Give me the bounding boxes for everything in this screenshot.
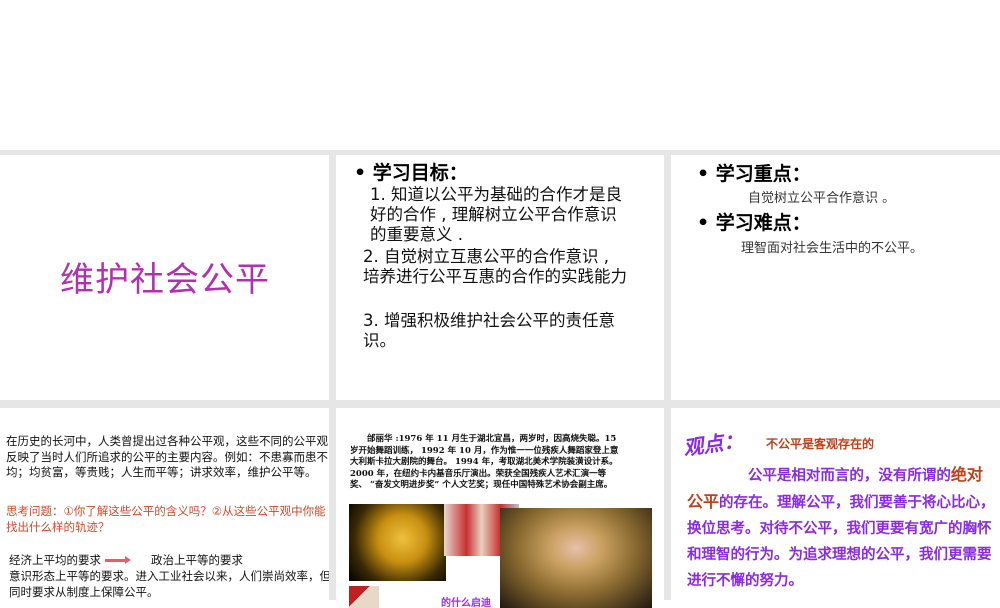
slide-thumbnail-4[interactable]: 在历史的长河中，人类曾提出过各种公平观，这些不同的公平观反映了当时人们所追求的公…: [0, 408, 329, 608]
bullet-heading: • 学习目标：: [354, 162, 468, 184]
intro-paragraph: 在历史的长河中，人类曾提出过各种公平观，这些不同的公平观反映了当时人们所追求的公…: [6, 434, 328, 479]
evolution-steps: 经济上平均的要求 政治上平等的要求: [9, 553, 329, 569]
biography-text: 邰丽华 :1976 年 11 月生于湖北宜昌，两岁时，因高烧失聪。15 岁开始舞…: [350, 434, 619, 490]
key-point-text: 自觉树立公平合作意识 。: [748, 191, 896, 206]
slide-thumbnail-3[interactable]: • 学习重点： 自觉树立公平合作意识 。 • 学习难点： 理智面对社会生活中的不…: [671, 155, 1000, 400]
bullet-heading-difficulty: • 学习难点：: [697, 212, 811, 234]
slide-thumbnail-2[interactable]: • 学习目标： 1. 知道以公平为基础的合作才是良好的合作 , 理解树立公平合作…: [336, 155, 664, 400]
heading-text: 学习难点：: [715, 212, 811, 234]
blank-area: [0, 0, 1000, 150]
goal-item-1: 1. 知道以公平为基础的合作才是良好的合作 , 理解树立公平合作意识的重要意义 …: [370, 185, 622, 244]
slide-sorter-grid: 维护社会公平 • 学习目标： 1. 知道以公平为基础的合作才是良好的合作 , 理…: [0, 150, 1000, 608]
step-2: 政治上平等的要求: [151, 553, 243, 567]
slide-title: 维护社会公平: [60, 260, 270, 300]
viewpoint-label: 观点：: [681, 427, 745, 461]
goal-item-3: 3. 增强积极维护社会公平的责任意识。: [363, 311, 615, 350]
slide-thumbnail-6[interactable]: 观点： 不公平是客观存在的 公平是相对而言的，没有所谓的绝对公平的存在。理解公平…: [671, 408, 1000, 608]
goal-item-2: 2. 自觉树立互惠公平的合作意识 , 培养进行公平互惠的合作的实践能力: [363, 247, 627, 286]
dance-photo-1: [349, 504, 446, 581]
difficulty-text: 理智面对社会生活中的不公平。: [741, 241, 924, 256]
question-text: 思考问题：①你了解这些公平的含义吗？②从这些公平观中你能找出什么样的轨迹？: [6, 504, 326, 534]
dance-photo-3: [500, 508, 652, 608]
bullet-heading-key: • 学习重点：: [697, 163, 811, 185]
slide-thumbnail-1[interactable]: 维护社会公平: [0, 155, 329, 400]
arrow-icon: [105, 556, 131, 564]
viewpoint-paragraph: 公平是相对而言的，没有所谓的绝对公平的存在。理解公平，我们要善于将心比心，换位思…: [687, 462, 997, 594]
slide-thumbnail-5[interactable]: 邰丽华 :1976 年 11 月生于湖北宜昌，两岁时，因高烧失聪。15 岁开始舞…: [336, 408, 664, 608]
heading-text: 学习重点：: [715, 163, 811, 185]
conclusion-text: 意识形态上平等的要求。进入工业社会以来，人们崇尚效率，但同时要求从制度上保障公平…: [9, 569, 329, 599]
paragraph-part: 的存在。理解公平，我们要善于将心比心，换位思考。对待不公平，我们更要有宽广的胸怀…: [687, 494, 995, 589]
paragraph-part: 公平是相对而言的，没有所谓的: [747, 467, 951, 484]
portrait-photo: [349, 586, 379, 608]
viewpoint-claim: 不公平是客观存在的: [766, 437, 875, 451]
heading-text: 学习目标：: [372, 162, 468, 184]
caption-text: 的什么启迪: [441, 598, 491, 608]
step-1: 经济上平均的要求: [9, 553, 101, 567]
